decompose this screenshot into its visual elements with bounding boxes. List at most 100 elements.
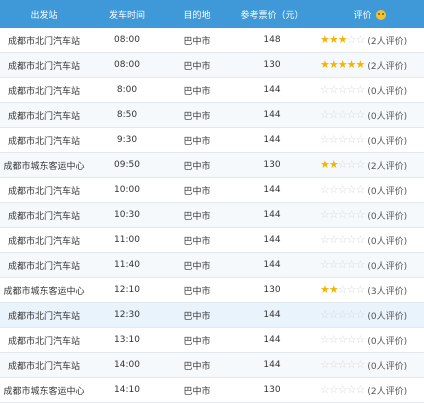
- rating-cell: ☆☆☆☆☆ (0人评价): [316, 77, 424, 103]
- star-rating: ☆☆☆☆☆: [320, 83, 366, 96]
- table-row[interactable]: 成都市北门汽车站 11:40 巴中市 144 ☆☆☆☆☆ (0人评价): [0, 252, 424, 278]
- star-rating: ☆☆☆☆☆: [320, 333, 365, 346]
- time-cell: 12:30: [88, 302, 166, 328]
- rating-cell: ★★☆☆☆ (3人评价): [316, 277, 424, 303]
- star-rating: ★★☆☆☆: [320, 283, 365, 296]
- table-row[interactable]: 成都市北门汽车站 08:00 巴中市 130 ★★★★★ (2人评价): [0, 52, 424, 78]
- star-icon: ☆: [320, 108, 330, 121]
- star-icon: ☆: [328, 108, 339, 121]
- time-cell: 12:10: [88, 277, 166, 303]
- header-price[interactable]: 参考票价（元）: [228, 0, 316, 28]
- table-row[interactable]: 成都市北门汽车站 08:00 巴中市 148 ★★★☆☆ (2人评价): [0, 28, 424, 53]
- destination-cell: 巴中市: [166, 77, 228, 103]
- star-icon: ☆: [337, 158, 348, 171]
- time-cell: 9:30: [88, 127, 166, 153]
- table-row[interactable]: 成都市北门汽车站 12:30 巴中市 144 ☆☆☆☆☆ (0人评价): [0, 302, 424, 328]
- time-cell: 10:30: [88, 202, 166, 228]
- star-icon: ★: [346, 58, 357, 71]
- star-rating: ☆☆☆☆☆: [320, 208, 366, 221]
- table-row[interactable]: 成都市北门汽车站 9:30 巴中市 144 ☆☆☆☆☆ (0人评价): [0, 127, 424, 153]
- header-departure-time[interactable]: 发车时间: [88, 0, 166, 28]
- star-icon: ★: [328, 158, 339, 171]
- price-cell: 144: [228, 127, 316, 153]
- destination-cell: 巴中市: [166, 202, 228, 228]
- star-icon: ☆: [328, 183, 339, 196]
- star-icon: ☆: [346, 283, 357, 296]
- table-row[interactable]: 成都市北门汽车站 8:50 巴中市 144 ☆☆☆☆☆ (0人评价): [0, 102, 424, 128]
- station-cell: 成都市北门汽车站: [0, 102, 88, 128]
- rating-cell: ☆☆☆☆☆ (0人评价): [316, 227, 424, 253]
- rating-cell: ★★☆☆☆ (2人评价): [316, 152, 424, 178]
- price-cell: 130: [228, 52, 316, 78]
- price-cell: 144: [228, 227, 316, 253]
- star-icon: ☆: [337, 358, 348, 371]
- star-icon: ★: [328, 283, 339, 296]
- star-icon: ☆: [355, 108, 366, 121]
- time-cell: 08:00: [88, 28, 166, 53]
- star-rating: ☆☆☆☆☆: [320, 383, 366, 396]
- header-rating[interactable]: 评价: [316, 0, 424, 28]
- star-icon: ☆: [337, 308, 348, 321]
- table-header-row: 出发站 发车时间 目的地 参考票价（元） 评价: [0, 0, 424, 28]
- rating-count: (0人评价): [367, 236, 408, 247]
- table-row[interactable]: 成都市城东客运中心 14:10 巴中市 130 ☆☆☆☆☆ (2人评价): [0, 377, 424, 403]
- star-icon: ☆: [328, 333, 339, 346]
- star-rating: ☆☆☆☆☆: [320, 183, 365, 196]
- table-row[interactable]: 成都市北门汽车站 13:10 巴中市 144 ☆☆☆☆☆ (0人评价): [0, 327, 424, 353]
- price-cell: 144: [228, 202, 316, 228]
- rating-count: (2人评价): [367, 61, 408, 72]
- station-cell: 成都市城东客运中心: [0, 377, 88, 403]
- star-icon: ☆: [346, 108, 357, 121]
- rating-cell: ☆☆☆☆☆ (0人评价): [316, 202, 424, 228]
- header-destination[interactable]: 目的地: [166, 0, 228, 28]
- time-cell: 14:10: [88, 377, 166, 403]
- star-icon: ★: [328, 58, 339, 71]
- star-icon: ☆: [355, 383, 366, 396]
- star-icon: ☆: [320, 333, 330, 346]
- star-rating: ★★☆☆☆: [320, 158, 365, 171]
- rating-cell: ☆☆☆☆☆ (0人评价): [316, 352, 424, 378]
- table-row[interactable]: 成都市城东客运中心 12:10 巴中市 130 ★★☆☆☆ (3人评价): [0, 277, 424, 303]
- station-cell: 成都市北门汽车站: [0, 352, 88, 378]
- time-cell: 14:00: [88, 352, 166, 378]
- destination-cell: 巴中市: [166, 28, 228, 53]
- star-icon: ☆: [355, 83, 366, 96]
- rating-count: (2人评价): [367, 386, 408, 397]
- table-row[interactable]: 成都市北门汽车站 11:00 巴中市 144 ☆☆☆☆☆ (0人评价): [0, 227, 424, 253]
- header-station[interactable]: 出发站: [0, 0, 88, 28]
- star-icon: ☆: [320, 83, 330, 96]
- header-rating-label: 评价: [353, 10, 372, 21]
- destination-cell: 巴中市: [166, 277, 228, 303]
- star-rating: ☆☆☆☆☆: [320, 308, 365, 321]
- star-icon: ☆: [346, 233, 357, 246]
- table-row[interactable]: 成都市北门汽车站 14:00 巴中市 144 ☆☆☆☆☆ (0人评价): [0, 352, 424, 378]
- rating-cell: ☆☆☆☆☆ (0人评价): [316, 302, 424, 328]
- star-rating: ☆☆☆☆☆: [320, 108, 366, 121]
- rating-count: (0人评价): [367, 136, 408, 147]
- star-icon: ☆: [320, 233, 330, 246]
- table-row[interactable]: 成都市城东客运中心 09:50 巴中市 130 ★★☆☆☆ (2人评价): [0, 152, 424, 178]
- rating-cell: ☆☆☆☆☆ (0人评价): [316, 327, 424, 353]
- star-icon: ☆: [346, 258, 357, 271]
- destination-cell: 巴中市: [166, 377, 228, 403]
- rating-count: (0人评价): [367, 211, 408, 222]
- table-row[interactable]: 成都市北门汽车站 10:00 巴中市 144 ☆☆☆☆☆ (0人评价): [0, 177, 424, 203]
- station-cell: 成都市北门汽车站: [0, 252, 88, 278]
- table-body: 成都市北门汽车站 08:00 巴中市 148 ★★★☆☆ (2人评价) 成都市北门汽车站 08…: [0, 28, 424, 403]
- star-icon: ☆: [346, 383, 357, 396]
- table-row[interactable]: 成都市北门汽车站 10:30 巴中市 144 ☆☆☆☆☆ (0人评价): [0, 202, 424, 228]
- star-icon: ☆: [337, 108, 348, 121]
- star-icon: ☆: [346, 158, 357, 171]
- destination-cell: 巴中市: [166, 127, 228, 153]
- star-rating: ★★★☆☆: [320, 34, 365, 46]
- star-icon: ☆: [355, 208, 366, 221]
- destination-cell: 巴中市: [166, 102, 228, 128]
- destination-cell: 巴中市: [166, 227, 228, 253]
- star-icon: ★: [337, 58, 348, 71]
- star-rating: ☆☆☆☆☆: [320, 233, 365, 246]
- star-icon: ☆: [328, 83, 339, 96]
- price-cell: 144: [228, 327, 316, 353]
- table-row[interactable]: 成都市北门汽车站 8:00 巴中市 144 ☆☆☆☆☆ (0人评价): [0, 77, 424, 103]
- star-icon: ☆: [328, 308, 339, 321]
- star-rating: ☆☆☆☆☆: [320, 134, 365, 146]
